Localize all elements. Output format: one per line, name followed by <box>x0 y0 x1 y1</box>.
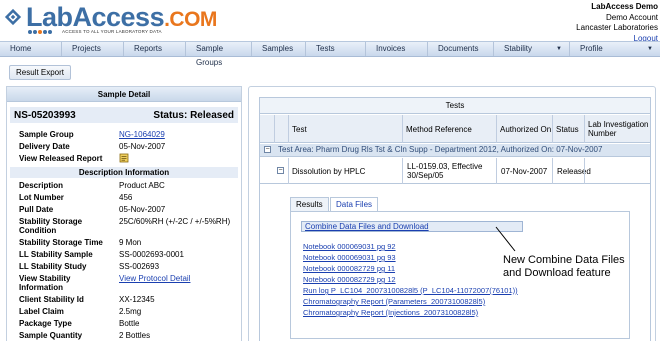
nav-item-stability[interactable]: Stability ▼ <box>494 42 570 56</box>
nav-item-sample-groups[interactable]: Sample Groups <box>186 42 252 67</box>
result-export-button[interactable]: Result Export <box>9 65 72 80</box>
user-name: LabAccess Demo <box>591 2 658 11</box>
brand-tagline: ACCESS TO ALL YOUR LABORATORY DATA <box>62 29 162 34</box>
labaccess-page: LabAccess.COM ACCESS TO ALL YOUR LABORAT… <box>0 0 660 341</box>
field-value: SS-0002693-0001 <box>119 250 184 259</box>
field-label: Stability Storage Condition <box>19 217 83 235</box>
nav-item-profile[interactable]: Profile ▼ <box>570 42 660 56</box>
callout-pointer-line <box>495 226 516 252</box>
authorized-on: 07-Nov-2007 <box>496 158 552 184</box>
callout-line-1: New Combine Data Files <box>503 254 625 266</box>
field-label: Label Claim <box>19 307 64 316</box>
tests-grid: Tests Test Method Reference Authorized O… <box>259 97 651 341</box>
file-link[interactable]: Chromatography Report (Injections_200731… <box>303 308 478 317</box>
tab-data-files[interactable]: Data Files <box>330 197 379 212</box>
report-icon <box>119 153 129 163</box>
main-nav: Home Projects Reports Sample Groups Samp… <box>0 41 660 67</box>
group-label: Test Area: Pharm Drug Rls Tst & Cln Supp… <box>278 145 603 154</box>
field-value: Bottle <box>119 319 140 328</box>
field-label: Sample Quantity <box>19 331 83 340</box>
nav-item-home[interactable]: Home <box>0 42 62 56</box>
file-link[interactable]: Notebook 000082729 pg 12 <box>303 275 396 284</box>
feature-callout: New Combine Data Files and Download feat… <box>503 254 653 280</box>
nav-item-tests[interactable]: Tests <box>306 42 366 56</box>
sample-id: NS-05203993 <box>14 109 76 121</box>
nav-item-samples[interactable]: Samples <box>252 42 306 56</box>
brand-dots <box>28 30 58 34</box>
panel-title: Sample Detail <box>7 87 241 102</box>
user-info: LabAccess Demo Demo Account Lancaster La… <box>576 2 658 44</box>
field-value: 05-Nov-2007 <box>119 205 166 214</box>
lab-investigation-number <box>584 158 650 184</box>
file-link[interactable]: Notebook 000069031 pg 93 <box>303 253 396 262</box>
field-label: LL Stability Study <box>19 262 87 271</box>
field-label: Pull Date <box>19 205 54 214</box>
field-label: Description <box>19 181 64 190</box>
file-link[interactable]: Notebook 000069031 pg 92 <box>303 242 396 251</box>
nav-item-invoices[interactable]: Invoices <box>366 42 428 56</box>
column-header-status[interactable]: Status <box>552 115 584 143</box>
column-header-test[interactable]: Test <box>288 115 402 143</box>
nav-item-documents[interactable]: Documents <box>428 42 494 56</box>
sample-status: Status: Released <box>153 109 234 121</box>
tests-title: Tests <box>260 98 650 114</box>
field-value: 05-Nov-2007 <box>119 142 166 151</box>
field-value: 2.5mg <box>119 307 142 316</box>
sample-header: NS-05203993 Status: Released <box>10 107 238 123</box>
file-link[interactable]: Run log P_LC104_20073100828l5 (P_LC104-1… <box>303 286 518 295</box>
field-value: Product ABC <box>119 181 165 190</box>
released-report-button[interactable] <box>119 153 129 165</box>
chevron-down-icon: ▼ <box>647 46 653 52</box>
field-value: 456 <box>119 193 133 202</box>
tests-panel: Tests Test Method Reference Authorized O… <box>248 86 656 341</box>
callout-line-2: and Download feature <box>503 267 611 279</box>
collapse-icon[interactable]: − <box>264 146 271 153</box>
nav-item-reports[interactable]: Reports <box>124 42 186 56</box>
view-protocol-link[interactable]: View Protocol Detail <box>119 274 190 283</box>
nav-item-projects[interactable]: Projects <box>62 42 124 56</box>
field-label: View Released Report <box>19 154 103 163</box>
user-account: Demo Account <box>605 12 658 22</box>
test-area-group-row[interactable]: − Test Area: Pharm Drug Rls Tst & Cln Su… <box>260 144 650 157</box>
tab-results[interactable]: Results <box>290 197 329 211</box>
table-row[interactable]: − Dissolution by HPLC LL-0159.03, Effect… <box>260 158 650 184</box>
method-reference: LL-0159.03, Effective 30/Sep/05 <box>402 158 496 184</box>
field-label: Delivery Date <box>19 142 70 151</box>
sample-detail-panel: Sample Detail NS-05203993 Status: Releas… <box>6 86 242 341</box>
field-value: 25C/60%RH (+/-2C / +/-5%RH) <box>119 217 231 226</box>
test-status: Released <box>552 158 591 184</box>
user-company: Lancaster Laboratories <box>576 23 658 32</box>
field-label: Stability Storage Time <box>19 238 103 247</box>
tests-header-row: Test Method Reference Authorized On Stat… <box>260 115 650 143</box>
sample-group-link[interactable]: NG-1064029 <box>119 130 165 139</box>
chevron-down-icon: ▼ <box>556 46 562 52</box>
collapse-icon[interactable]: − <box>277 167 284 174</box>
column-header-lab-investigation[interactable]: Lab Investigation Number <box>584 115 650 143</box>
field-label: Client Stability Id <box>19 295 84 304</box>
field-value: SS-002693 <box>119 262 160 271</box>
logo-diamond-icon <box>4 8 22 26</box>
column-header-method[interactable]: Method Reference <box>402 115 496 143</box>
test-name: Dissolution by HPLC <box>288 158 402 184</box>
field-label: Lot Number <box>19 193 64 202</box>
file-link[interactable]: Chromatography Report (Parameters_200731… <box>303 297 485 306</box>
file-link[interactable]: Notebook 000082729 pg 11 <box>303 264 395 273</box>
brand-logo[interactable]: LabAccess.COM ACCESS TO ALL YOUR LABORAT… <box>4 2 217 38</box>
field-label: LL Stability Sample <box>19 250 93 259</box>
field-value: XX-12345 <box>119 295 155 304</box>
description-header: Description Information <box>10 167 238 178</box>
field-label: Sample Group <box>19 130 74 139</box>
field-value: 2 Bottles <box>119 331 151 340</box>
field-label: Package Type <box>19 319 72 328</box>
field-label: View Stability Information <box>19 274 71 292</box>
combine-download-button[interactable]: Combine Data Files and Download <box>301 221 523 232</box>
column-header-authorized[interactable]: Authorized On <box>496 115 552 143</box>
field-value: 9 Mon <box>119 238 142 247</box>
